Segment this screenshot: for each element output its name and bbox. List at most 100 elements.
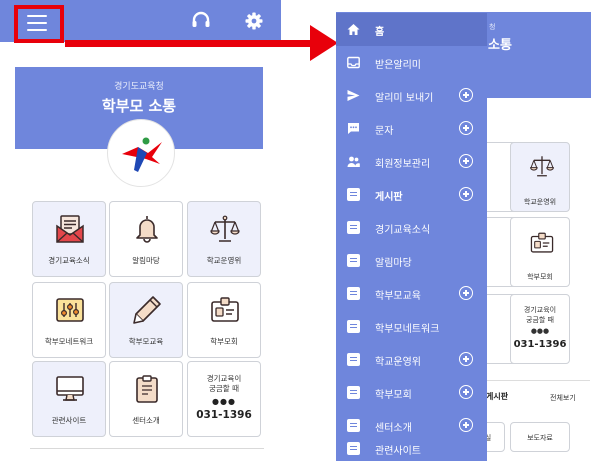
tile-label: 경기교육소식: [48, 256, 90, 265]
menu-item-board[interactable]: 게시판: [336, 178, 487, 211]
menu-item-send[interactable]: 알리미 보내기: [336, 79, 487, 112]
bell-icon: [136, 216, 158, 243]
hero-subtitle: 경기도교육청: [114, 82, 164, 92]
tile-label: 알림마당: [132, 256, 160, 265]
call-line2: 궁금할 때: [526, 316, 554, 324]
sliders-icon: [56, 298, 84, 322]
menu-label: 게시판: [375, 192, 403, 203]
id-card-icon: [530, 232, 554, 253]
expand-icon[interactable]: [459, 121, 473, 135]
hero-banner: [487, 12, 591, 98]
expand-icon[interactable]: [459, 187, 473, 201]
dots: ●●●: [212, 397, 236, 406]
tile-call-center[interactable]: 경기교육이 궁금할 때 ●●● 031-1396: [510, 294, 570, 364]
message-icon: [348, 123, 359, 134]
phone-number[interactable]: 031-1396: [511, 339, 569, 350]
menu-label: 관련사이트: [375, 446, 421, 457]
tile-label: 학부모회: [527, 273, 553, 281]
menu-item-inbox[interactable]: 받은알리미: [336, 46, 487, 79]
tile-news[interactable]: 경기교육소식: [32, 201, 106, 277]
logo-icon: [122, 137, 162, 172]
menu-label: 홈: [375, 27, 385, 38]
board-icon: [347, 320, 360, 333]
highlight-box: [14, 5, 64, 43]
arrow-head: [310, 25, 338, 61]
clipboard-icon: [136, 375, 158, 403]
pencil-icon: [133, 296, 161, 324]
menu-item-members[interactable]: 회원정보관리: [336, 145, 487, 178]
menu-label: 학부모교육: [375, 291, 421, 302]
expand-icon[interactable]: [459, 286, 473, 300]
newsletter-icon: [56, 215, 84, 243]
gear-icon[interactable]: [242, 9, 266, 33]
hero-subtitle: 청: [489, 23, 496, 31]
menu-label: 문자: [375, 126, 394, 137]
tile-label: 학교운영위: [206, 256, 242, 265]
board-icon: [347, 254, 360, 267]
board-icon: [347, 353, 360, 366]
expand-icon[interactable]: [459, 88, 473, 102]
divider: [486, 380, 590, 381]
tile-parent-council[interactable]: 학부모회: [187, 282, 261, 358]
headset-icon[interactable]: [188, 8, 214, 34]
menu-item-school-committee[interactable]: 학교운영위: [336, 343, 487, 376]
menu-item-parent-education[interactable]: 학부모교육: [336, 277, 487, 310]
main-screen: 경기도교육청 학부모 소통 경기교육소식 알림마당 학교운영위 학부모네트워크 …: [0, 0, 281, 461]
tile-related-sites[interactable]: 관련사이트: [32, 361, 106, 437]
users-icon: [347, 156, 360, 167]
tile-label: 학교운영위: [523, 198, 557, 206]
menu-item-sms[interactable]: 문자: [336, 112, 487, 145]
board-icon: [347, 221, 360, 234]
menu-label: 경기교육소식: [375, 225, 431, 236]
menu-item-network[interactable]: 학부모네트워크: [336, 310, 487, 343]
tile-parent-council[interactable]: 학부모회: [510, 217, 570, 287]
expand-icon[interactable]: [459, 154, 473, 168]
tile-label: 센터소개: [132, 416, 160, 425]
press-release-button[interactable]: 보도자료: [510, 422, 570, 452]
tile-parent-education[interactable]: 학부모교육: [109, 282, 183, 358]
scales-icon: [210, 215, 240, 242]
section-title: 게시판: [486, 392, 509, 401]
menu-label: 회원정보관리: [375, 159, 431, 170]
drawer-screen: 청 소통 학교운영위 학부모회 경기교육이 궁금할 때 ●●● 031-1396…: [336, 12, 591, 461]
call-line1: 경기교육이: [523, 306, 557, 314]
expand-icon[interactable]: [459, 352, 473, 366]
hero-title: 소통: [488, 38, 512, 53]
scales-icon: [530, 156, 554, 177]
tile-label: 학부모회: [210, 337, 238, 346]
tile-school-committee[interactable]: 학교운영위: [187, 201, 261, 277]
board-icon: [347, 188, 360, 201]
expand-icon[interactable]: [459, 385, 473, 399]
inbox-icon: [347, 56, 360, 69]
tile-label: 관련사이트: [51, 416, 87, 425]
tile-network[interactable]: 학부모네트워크: [32, 282, 106, 358]
tile-call-center[interactable]: 경기교육이 궁금할 때 ●●● 031-1396: [187, 361, 261, 437]
board-icon: [347, 419, 360, 432]
tile-label: 학부모교육: [128, 337, 164, 346]
menu-item-home[interactable]: 홈: [336, 13, 487, 46]
view-all-link[interactable]: 전체보기: [550, 393, 576, 403]
menu-item-notice[interactable]: 알림마당: [336, 244, 487, 277]
tile-label: 학부모네트워크: [44, 337, 94, 346]
phone-number[interactable]: 031-1396: [188, 409, 260, 421]
menu-label: 받은알리미: [375, 60, 421, 71]
home-icon: [347, 24, 360, 35]
board-icon: [347, 287, 360, 300]
menu-label: 학부모회: [375, 390, 412, 401]
expand-icon[interactable]: [459, 418, 473, 432]
send-icon: [347, 90, 360, 101]
tile-school-committee[interactable]: 학교운영위: [510, 142, 570, 212]
menu-item-news[interactable]: 경기교육소식: [336, 211, 487, 244]
tile-notice[interactable]: 알림마당: [109, 201, 183, 277]
hero-title: 학부모 소통: [101, 97, 177, 115]
call-line2: 궁금할 때: [209, 384, 239, 393]
tile-center-intro[interactable]: 센터소개: [109, 361, 183, 437]
arrow-shaft: [65, 40, 317, 47]
menu-item-parent-council[interactable]: 학부모회: [336, 376, 487, 409]
dots: ●●●: [530, 327, 550, 335]
menu-item-related-sites[interactable]: 관련사이트: [336, 432, 487, 461]
divider: [30, 448, 264, 449]
menu-label: 알림마당: [375, 258, 412, 269]
monitor-icon: [56, 376, 84, 401]
menu-label: 학부모네트워크: [375, 324, 440, 335]
